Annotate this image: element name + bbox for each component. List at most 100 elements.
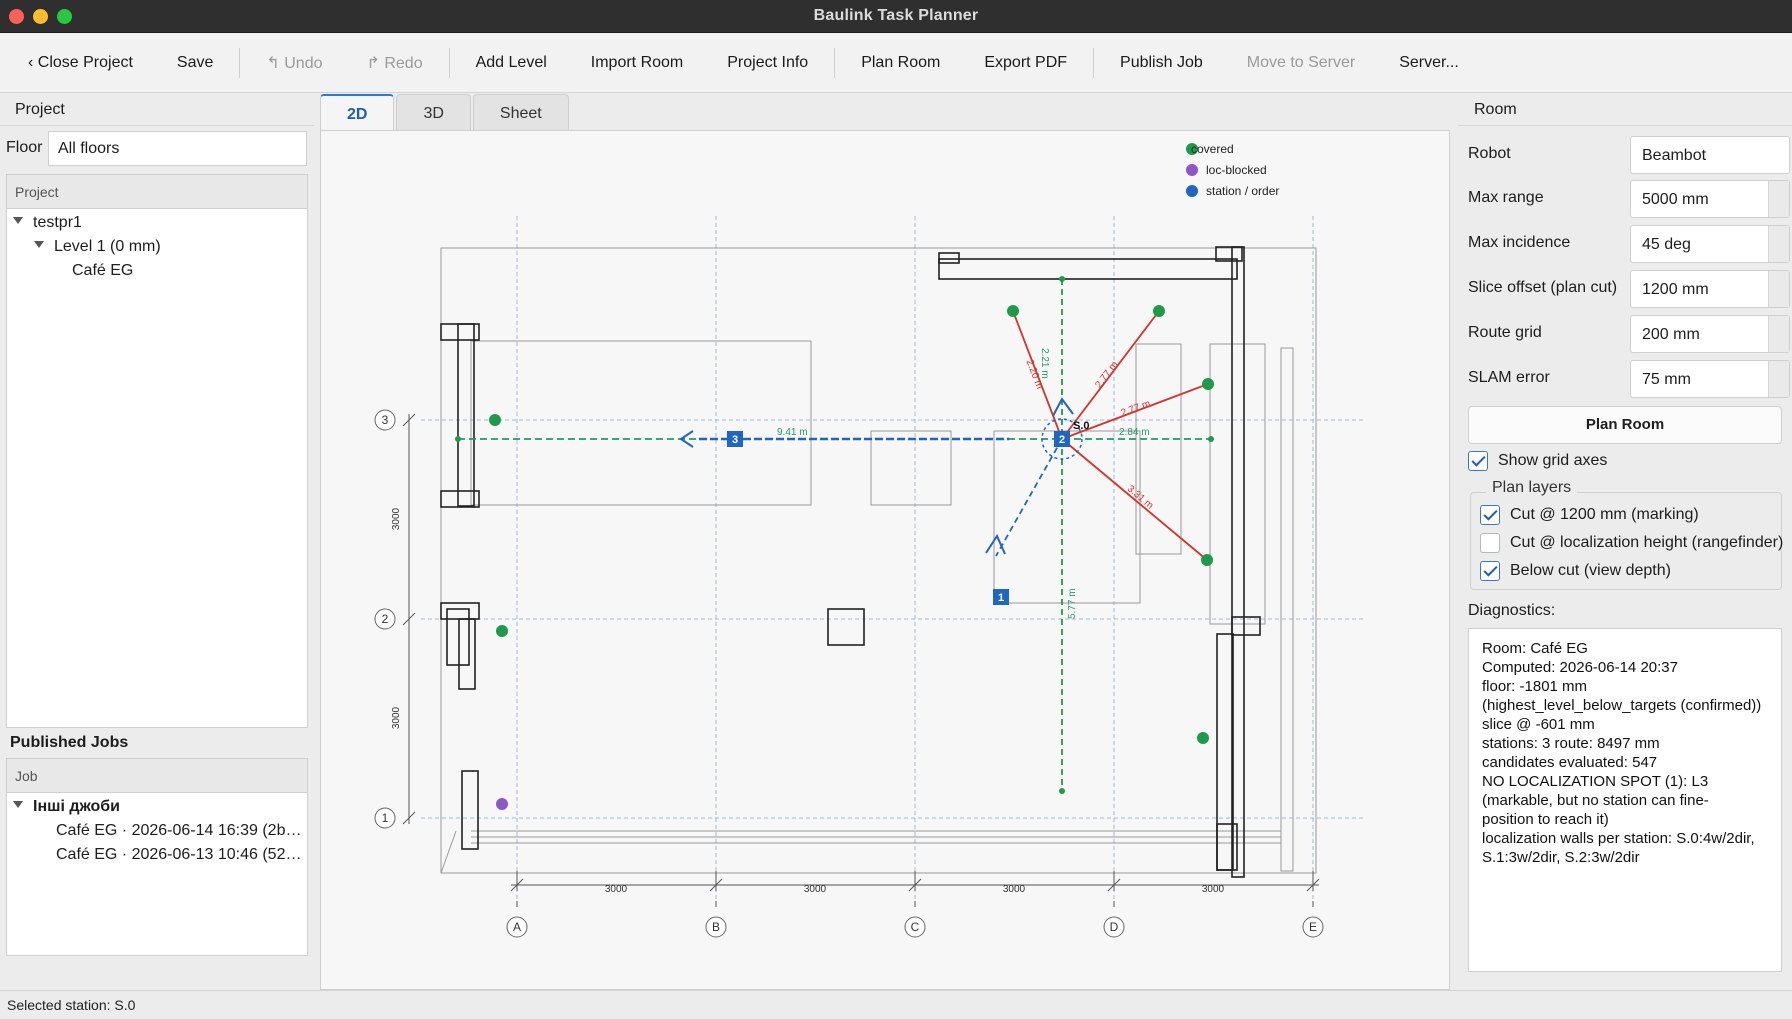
diagnostics-label: Diagnostics:: [1468, 602, 1556, 619]
save-button[interactable]: Save: [155, 54, 235, 72]
covered-point[interactable]: [489, 414, 501, 426]
project-panel-header: Project: [0, 94, 314, 126]
dimension-label: 3000: [1003, 884, 1026, 895]
measure-label: 9.41 m: [777, 427, 808, 438]
dimension-label: 3000: [391, 507, 402, 530]
diagnostics-line: (markable, but no station can fine-: [1482, 792, 1709, 809]
expand-triangle-icon[interactable]: [34, 241, 44, 249]
wall: [458, 618, 476, 690]
floor-select-value: All floors: [58, 139, 120, 157]
checkbox-icon[interactable]: [1480, 504, 1500, 525]
legend: covered loc-blocked station / order: [1186, 142, 1279, 198]
diagnostics-text[interactable]: Room: Café EG Computed: 2026-06-14 20:37…: [1468, 628, 1782, 972]
max-range-field[interactable]: 5000 mm: [1630, 180, 1790, 218]
station-number: 1: [998, 592, 1004, 604]
undo-button[interactable]: ↰ Undo: [244, 53, 344, 73]
diagnostics-line: Room: Café EG: [1482, 640, 1588, 657]
layer-cut-marking-checkbox[interactable]: Cut @ 1200 mm (marking): [1480, 504, 1699, 526]
tree-item-level[interactable]: Level 1 (0 mm): [7, 235, 307, 259]
covered-point[interactable]: [1201, 554, 1213, 566]
project-info-button[interactable]: Project Info: [705, 54, 830, 72]
robot-value: Beambot: [1642, 147, 1707, 164]
room-panel-header: Room: [1458, 94, 1792, 126]
publish-job-button[interactable]: Publish Job: [1098, 54, 1225, 72]
import-room-button[interactable]: Import Room: [569, 54, 705, 72]
legend-loc-blocked-swatch: [1186, 164, 1198, 176]
loc-blocked-point[interactable]: [496, 798, 508, 810]
slice-offset-field[interactable]: 1200 mm: [1630, 270, 1790, 308]
tree-item-project[interactable]: testpr1: [7, 211, 307, 235]
tab-sheet[interactable]: Sheet: [472, 94, 569, 130]
route-node: [455, 436, 461, 442]
layer-label: Cut @ 1200 mm (marking): [1510, 506, 1699, 523]
route-arrow-icon: [1052, 397, 1074, 417]
server-button[interactable]: Server...: [1377, 54, 1481, 72]
covered-point[interactable]: [1197, 732, 1209, 744]
floor-label: Floor: [6, 139, 43, 156]
checkbox-icon[interactable]: [1468, 450, 1488, 471]
list-item[interactable]: Café EG · 2026-06-13 10:46 (52…: [7, 843, 307, 867]
tab-2d[interactable]: 2D: [320, 94, 395, 130]
covered-point[interactable]: [1007, 305, 1019, 317]
robot-field[interactable]: Beambot: [1630, 136, 1790, 174]
dimension-lines: [402, 413, 1320, 907]
slam-error-row: SLAM error 75 mm: [1468, 360, 1790, 398]
checkbox-icon[interactable]: [1480, 532, 1500, 553]
expand-triangle-icon[interactable]: [13, 801, 23, 809]
tree-item-label: Level 1 (0 mm): [54, 238, 161, 255]
project-panel: Project Floor All floors Project testpr1…: [0, 94, 314, 990]
close-project-button[interactable]: ‹ Close Project: [18, 54, 155, 72]
wall: [1216, 633, 1234, 871]
robot-label: Robot: [1468, 145, 1511, 162]
plan-room-button[interactable]: Plan Room: [1468, 406, 1782, 444]
station-number: 2: [1059, 434, 1065, 446]
status-bar: Selected station: S.0: [0, 990, 1792, 1019]
slice-offset-value: 1200 mm: [1642, 281, 1709, 298]
floor-select[interactable]: All floors: [48, 130, 307, 166]
floor-plan-svg[interactable]: covered loc-blocked station / order 9.41…: [321, 131, 1450, 990]
published-jobs-list: Job Інші джоби Café EG · 2026-06-14 16:3…: [6, 758, 308, 956]
room-outline: [1209, 343, 1266, 625]
max-range-value: 5000 mm: [1642, 191, 1709, 208]
add-level-button[interactable]: Add Level: [454, 54, 569, 72]
plan-canvas[interactable]: covered loc-blocked station / order 9.41…: [320, 130, 1450, 990]
route-grid-value: 200 mm: [1642, 326, 1700, 343]
axis-bubble-label: 1: [382, 811, 389, 825]
expand-triangle-icon[interactable]: [13, 217, 23, 225]
route-node: [1208, 436, 1214, 442]
slam-error-field[interactable]: 75 mm: [1630, 360, 1790, 398]
max-incidence-row: Max incidence 45 deg: [1468, 225, 1790, 263]
axis-bubble-label: A: [513, 920, 521, 934]
project-tree-header: Project: [7, 175, 307, 209]
show-grid-axes-label: Show grid axes: [1498, 452, 1608, 469]
job-label: Café EG · 2026-06-13 10:46 (52…: [56, 846, 302, 863]
covered-point[interactable]: [1153, 305, 1165, 317]
column: [827, 608, 865, 646]
covered-point[interactable]: [1202, 378, 1214, 390]
move-to-server-button[interactable]: Move to Server: [1225, 54, 1377, 72]
room-outline: [440, 830, 457, 874]
list-item[interactable]: Café EG · 2026-06-14 16:39 (2b…: [7, 819, 307, 843]
layer-cut-localization-checkbox[interactable]: Cut @ localization height (rangefinder): [1480, 532, 1783, 554]
show-grid-axes-checkbox[interactable]: Show grid axes: [1468, 450, 1607, 472]
jobs-list-header: Job: [7, 759, 307, 793]
plan-room-toolbar-button[interactable]: Plan Room: [839, 54, 962, 72]
diagnostics-line: localization walls per station: S.0:4w/2…: [1482, 830, 1755, 847]
export-pdf-button[interactable]: Export PDF: [962, 54, 1089, 72]
tree-item-room[interactable]: Café EG: [7, 259, 307, 283]
layer-below-cut-checkbox[interactable]: Below cut (view depth): [1480, 560, 1671, 582]
redo-button[interactable]: ↱ Redo: [345, 53, 445, 73]
toolbar: ‹ Close Project Save ↰ Undo ↱ Redo Add L…: [0, 33, 1792, 93]
axis-bubble-label: 3: [382, 413, 389, 427]
route-grid-field[interactable]: 200 mm: [1630, 315, 1790, 353]
job-label: Café EG · 2026-06-14 16:39 (2b…: [56, 822, 302, 839]
checkbox-icon[interactable]: [1480, 560, 1500, 581]
jobs-group[interactable]: Інші джоби: [7, 795, 307, 819]
view-tabs: 2D 3D Sheet: [320, 94, 571, 130]
tab-3d[interactable]: 3D: [396, 94, 471, 130]
project-tree: Project testpr1 Level 1 (0 mm) Café EG: [6, 174, 308, 728]
covered-point[interactable]: [496, 625, 508, 637]
max-incidence-field[interactable]: 45 deg: [1630, 225, 1790, 263]
published-jobs-title: Published Jobs: [10, 734, 129, 751]
diagnostics-line: NO LOCALIZATION SPOT (1): L3: [1482, 773, 1709, 790]
